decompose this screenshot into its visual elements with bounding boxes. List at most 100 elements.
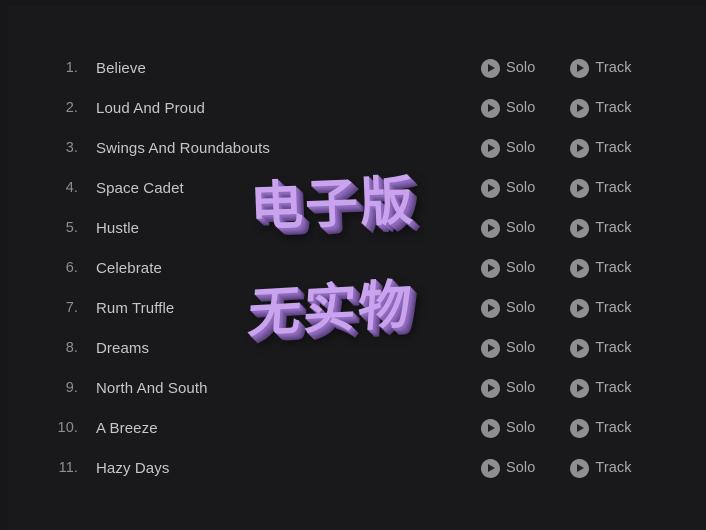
play-circle-icon[interactable] <box>481 258 500 278</box>
solo-button-label: Solo <box>506 220 536 236</box>
play-circle-icon[interactable] <box>570 258 590 278</box>
track-actions: Solo Track <box>481 48 632 88</box>
solo-button-label: Solo <box>506 100 536 116</box>
track-actions: Solo Track <box>481 248 632 288</box>
track-row[interactable]: 4. Space Cadet Solo Track <box>0 168 706 208</box>
track-title: Rum Truffle <box>96 299 175 317</box>
track-title: A Breeze <box>96 419 158 437</box>
track-index: 3. <box>65 140 78 156</box>
track-button-label: Track <box>595 420 632 436</box>
track-button[interactable]: Track <box>570 458 632 478</box>
solo-button[interactable]: Solo <box>481 378 535 398</box>
track-button[interactable]: Track <box>570 218 632 238</box>
track-index: 4. <box>65 180 78 196</box>
play-circle-icon[interactable] <box>481 418 500 438</box>
track-button[interactable]: Track <box>570 338 632 358</box>
track-title: Hazy Days <box>96 459 170 477</box>
play-circle-icon[interactable] <box>570 458 590 478</box>
track-title: Space Cadet <box>96 179 184 197</box>
track-list: 1. Believe Solo Track 2. Loud And Proud Solo Tr… <box>0 48 706 488</box>
play-circle-icon[interactable] <box>481 458 500 478</box>
track-row[interactable]: 9. North And South Solo Track <box>0 368 706 408</box>
solo-button-label: Solo <box>506 260 536 276</box>
track-actions: Solo Track <box>481 328 632 368</box>
track-row[interactable]: 2. Loud And Proud Solo Track <box>0 88 706 128</box>
track-actions: Solo Track <box>481 168 632 208</box>
play-circle-icon[interactable] <box>481 218 500 238</box>
track-index: 2. <box>65 100 78 116</box>
track-button-label: Track <box>595 100 632 116</box>
solo-button-label: Solo <box>506 60 536 76</box>
track-button-label: Track <box>595 220 632 236</box>
track-button-label: Track <box>595 380 632 396</box>
track-button-label: Track <box>595 60 632 76</box>
solo-button[interactable]: Solo <box>481 218 536 238</box>
play-circle-icon[interactable] <box>570 98 590 118</box>
solo-button[interactable]: Solo <box>481 338 536 358</box>
play-circle-icon[interactable] <box>481 138 500 158</box>
track-button[interactable]: Track <box>570 58 632 78</box>
track-title: Loud And Proud <box>96 99 205 117</box>
play-circle-icon[interactable] <box>481 338 500 358</box>
track-index: 7. <box>65 300 78 316</box>
track-row[interactable]: 8. Dreams Solo Track <box>0 328 706 368</box>
solo-button-label: Solo <box>506 140 536 156</box>
play-circle-icon[interactable] <box>570 338 590 358</box>
track-row[interactable]: 3. Swings And Roundabouts Solo Track <box>0 128 706 168</box>
track-actions: Solo Track <box>481 448 632 488</box>
track-actions: Solo Track <box>481 128 632 168</box>
track-index: 6. <box>65 260 78 276</box>
play-circle-icon[interactable] <box>570 178 590 198</box>
track-button-label: Track <box>595 180 632 196</box>
track-index: 1. <box>65 60 78 76</box>
solo-button[interactable]: Solo <box>481 98 536 118</box>
track-actions: Solo Track <box>481 408 632 448</box>
track-actions: Solo Track <box>481 88 632 128</box>
track-button[interactable]: Track <box>570 178 632 198</box>
track-title: Celebrate <box>96 259 162 277</box>
track-button[interactable]: Track <box>570 258 632 278</box>
solo-button-label: Solo <box>506 340 536 356</box>
play-circle-icon[interactable] <box>570 58 590 78</box>
track-row[interactable]: 7. Rum Truffle Solo Track <box>0 288 706 328</box>
track-row[interactable]: 10. A Breeze Solo Track <box>0 408 706 448</box>
track-button[interactable]: Track <box>570 98 632 118</box>
solo-button[interactable]: Solo <box>481 138 536 158</box>
track-row[interactable]: 11. Hazy Days Solo Track <box>0 448 706 488</box>
solo-button[interactable]: Solo <box>481 458 536 478</box>
track-button-label: Track <box>595 340 632 356</box>
solo-button[interactable]: Solo <box>481 418 535 438</box>
track-row[interactable]: 5. Hustle Solo Track <box>0 208 706 248</box>
play-circle-icon[interactable] <box>481 298 500 318</box>
track-actions: Solo Track <box>481 368 632 408</box>
solo-button[interactable]: Solo <box>481 58 536 78</box>
track-button[interactable]: Track <box>570 138 632 158</box>
track-button[interactable]: Track <box>570 378 632 398</box>
play-circle-icon[interactable] <box>570 138 590 158</box>
solo-button-label: Solo <box>506 180 536 196</box>
track-index: 11. <box>58 460 78 476</box>
track-button[interactable]: Track <box>570 298 632 318</box>
play-circle-icon[interactable] <box>570 298 590 318</box>
solo-button-label: Solo <box>506 460 536 476</box>
solo-button[interactable]: Solo <box>481 298 535 318</box>
track-title: Swings And Roundabouts <box>96 139 270 157</box>
solo-button[interactable]: Solo <box>481 178 536 198</box>
track-row[interactable]: 1. Believe Solo Track <box>0 48 706 88</box>
track-index: 8. <box>65 340 78 356</box>
track-row[interactable]: 6. Celebrate Solo Track <box>0 248 706 288</box>
track-index: 9. <box>65 380 78 396</box>
play-circle-icon[interactable] <box>481 378 500 398</box>
track-index: 5. <box>65 220 78 236</box>
play-circle-icon[interactable] <box>570 218 590 238</box>
track-actions: Solo Track <box>481 288 632 328</box>
play-circle-icon[interactable] <box>481 98 500 118</box>
play-circle-icon[interactable] <box>481 58 500 78</box>
play-circle-icon[interactable] <box>481 178 500 198</box>
play-circle-icon[interactable] <box>570 378 590 398</box>
solo-button[interactable]: Solo <box>481 258 536 278</box>
track-title: Hustle <box>96 219 140 237</box>
play-circle-icon[interactable] <box>570 418 590 438</box>
track-index: 10. <box>57 420 78 436</box>
track-button[interactable]: Track <box>570 418 632 438</box>
